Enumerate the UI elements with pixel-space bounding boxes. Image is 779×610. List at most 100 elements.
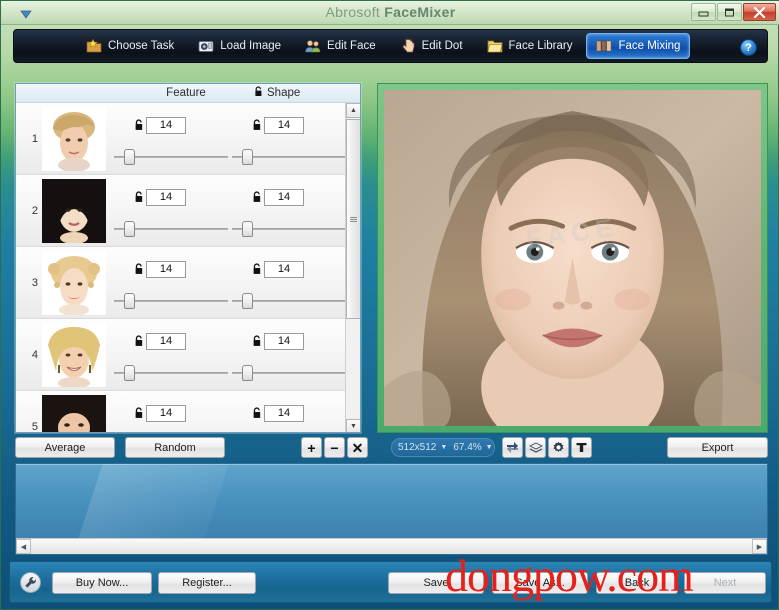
toolbar-label: Face Mixing [618,40,681,52]
text-tool-icon[interactable] [571,437,592,458]
face-thumbnail[interactable] [42,179,106,243]
feature-value-input[interactable]: 14 [146,117,186,134]
scroll-right-icon[interactable]: ▶ [752,539,767,554]
scrollbar-thumb[interactable] [346,119,360,319]
remove-face-button[interactable]: − [324,437,345,458]
toolbar-item-edit-face[interactable]: Edit Face [295,33,386,59]
hand-pointer-icon [400,38,416,54]
table-row[interactable]: 5 14 14 [16,391,347,432]
shape-slider[interactable] [230,149,347,165]
shape-slider[interactable] [230,365,347,381]
face-thumbnail[interactable] [42,251,106,315]
strip-horizontal-scrollbar[interactable]: ◀ ▶ [16,538,767,554]
maximize-button[interactable] [717,3,742,21]
close-button[interactable] [743,3,776,21]
open-padlock-icon[interactable] [134,263,144,275]
toolbar-item-face-library[interactable]: Face Library [477,33,583,59]
shape-slider[interactable] [230,293,347,309]
shape-value-input[interactable]: 14 [264,261,304,278]
slider-handle[interactable] [242,149,253,165]
camera-icon [198,38,214,54]
image-size-value: 512x512 [398,442,437,453]
zoom-level-value: 67.4% [453,442,482,453]
help-icon[interactable]: ? [740,39,757,56]
save-button[interactable]: Save [388,572,484,594]
toolbar-item-face-mixing[interactable]: Face Mixing [586,33,691,59]
table-row[interactable]: 2 14 14 [16,175,347,247]
table-row[interactable]: 4 14 14 [16,319,347,391]
open-padlock-icon[interactable] [252,407,262,419]
face-thumbnail[interactable] [42,323,106,387]
open-padlock-icon[interactable] [134,191,144,203]
slider-handle[interactable] [242,365,253,381]
feature-value-input[interactable]: 14 [146,333,186,350]
scroll-down-icon[interactable]: ▼ [346,419,360,432]
minimize-button[interactable] [691,3,716,21]
random-button[interactable]: Random [125,437,225,458]
toolbar-item-edit-dot[interactable]: Edit Dot [390,33,473,59]
save-as-button[interactable]: Save As... [492,572,588,594]
open-padlock-icon[interactable] [252,191,262,203]
toolbar-label: Load Image [220,40,282,52]
star-folder-icon [86,38,102,54]
slider-handle[interactable] [124,221,135,237]
gear-icon[interactable] [548,437,569,458]
size-zoom-combo[interactable]: 512x512 ▼ 67.4% ▼ [391,438,495,457]
list-vertical-scrollbar[interactable]: ▲ ▼ [345,103,360,432]
feature-slider[interactable] [112,365,230,381]
shape-value-input[interactable]: 14 [264,189,304,206]
feature-value-input[interactable]: 14 [146,189,186,206]
shape-value-input[interactable]: 14 [264,333,304,350]
shape-value-input[interactable]: 14 [264,117,304,134]
export-button[interactable]: Export [667,437,768,458]
open-padlock-icon[interactable] [134,119,144,131]
wrench-icon[interactable] [20,572,41,593]
toolbar-item-load-image[interactable]: Load Image [188,33,291,59]
back-button[interactable]: Back [596,572,678,594]
composite-face-image[interactable]: FACE [384,90,761,426]
face-thumbnail[interactable] [42,395,106,432]
chevron-down-icon[interactable]: ▼ [440,444,447,451]
flip-rotate-icon[interactable] [502,437,523,458]
row-index: 1 [31,132,38,145]
open-padlock-icon[interactable] [252,263,262,275]
table-row[interactable]: 1 14 14 [16,103,347,175]
shape-value-input[interactable]: 14 [264,405,304,422]
slider-handle[interactable] [124,293,135,309]
face-strip-panel[interactable]: ◀ ▶ [15,463,768,555]
feature-value-input[interactable]: 14 [146,261,186,278]
average-button[interactable]: Average [15,437,115,458]
slider-handle[interactable] [242,221,253,237]
register-button[interactable]: Register... [158,572,256,594]
scrollbar-grip [350,216,357,222]
shape-control: 14 [230,103,347,175]
toolbar-label: Edit Face [327,40,376,52]
open-padlock-icon[interactable] [134,407,144,419]
table-row[interactable]: 3 14 14 [16,247,347,319]
column-header-feature: Feature [166,87,206,99]
chevron-down-icon[interactable]: ▼ [486,444,493,451]
feature-slider[interactable] [112,293,230,309]
feature-value-input[interactable]: 14 [146,405,186,422]
scroll-up-icon[interactable]: ▲ [346,103,360,118]
next-button[interactable]: Next [684,572,766,594]
feature-control: 14 [112,391,230,432]
face-thumbnail[interactable] [42,107,106,171]
scroll-left-icon[interactable]: ◀ [16,539,31,554]
slider-handle[interactable] [124,365,135,381]
toolbar-item-choose-task[interactable]: Choose Task [76,33,184,59]
feature-slider[interactable] [112,149,230,165]
layers-icon[interactable] [525,437,546,458]
open-padlock-icon[interactable] [252,335,262,347]
clear-faces-button[interactable]: ✕ [347,437,368,458]
shape-slider[interactable] [230,221,347,237]
slider-handle[interactable] [242,293,253,309]
face-rows[interactable]: 1 14 14 2 14 14 3 14 14 4 14 14 5 14 14 [16,103,347,432]
buy-now-button[interactable]: Buy Now... [52,572,152,594]
window-title: Abrosoft FaceMixer [1,4,779,20]
add-face-button[interactable]: + [301,437,322,458]
open-padlock-icon[interactable] [134,335,144,347]
feature-slider[interactable] [112,221,230,237]
open-padlock-icon[interactable] [252,119,262,131]
slider-handle[interactable] [124,149,135,165]
